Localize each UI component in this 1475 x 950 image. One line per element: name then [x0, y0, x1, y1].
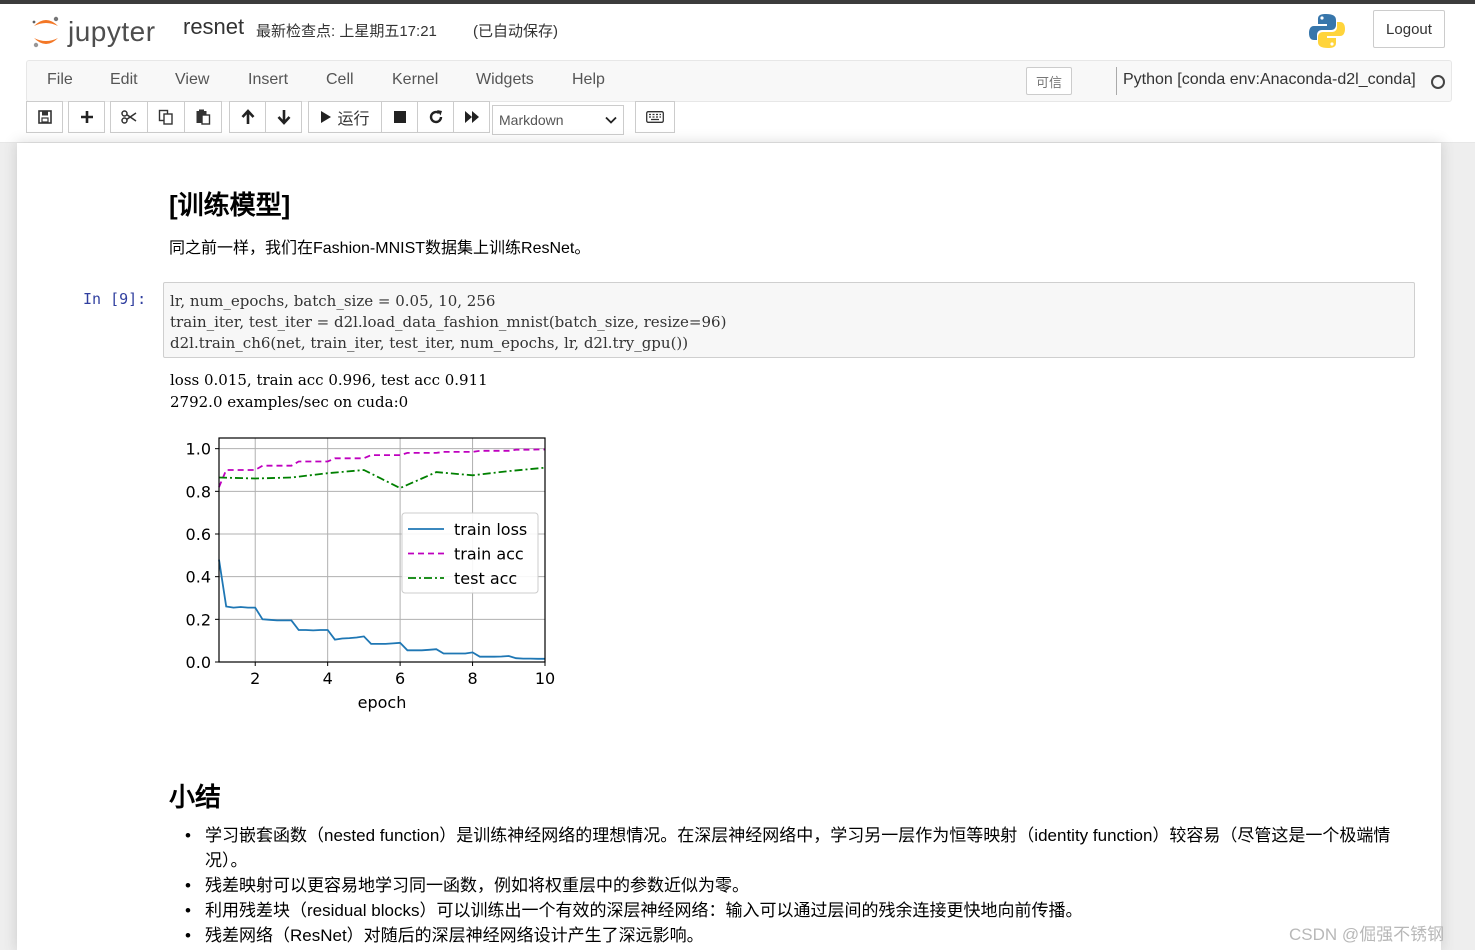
jupyter-logo[interactable]: jupyter	[30, 12, 156, 52]
menu-file[interactable]: File	[47, 71, 73, 89]
cell-type-select[interactable]: Markdown	[492, 105, 624, 135]
y-tick-label: 0.4	[186, 568, 211, 587]
save-button[interactable]	[26, 101, 63, 133]
stop-icon	[393, 111, 406, 123]
legend-label: test acc	[454, 569, 517, 588]
output-line-2: 2792.0 examples/sec on cuda:0	[170, 393, 409, 411]
run-button[interactable]: 运行	[308, 101, 382, 133]
autosave-status: (已自动保存)	[473, 23, 558, 40]
toolbar: 运行 Markdown	[26, 101, 726, 135]
watermark: CSDN @倔强不锈钢	[1289, 925, 1445, 944]
summary-item: 残差网络（ResNet）对随后的深层神经网络设计产生了深远影响。	[185, 923, 1425, 948]
code-line-3: d2l.train_ch6(net, train_iter, test_iter…	[170, 333, 1408, 354]
checkpoint-status: 最新检查点: 上星期五17:21	[256, 23, 437, 40]
menu-edit[interactable]: Edit	[110, 71, 138, 89]
train-heading: [训练模型]	[169, 190, 291, 220]
kernel-idle-indicator	[1431, 75, 1445, 89]
move-down-button[interactable]	[265, 101, 302, 133]
copy-icon	[158, 109, 173, 125]
menu-widgets[interactable]: Widgets	[476, 71, 534, 89]
code-line-1: lr, num_epochs, batch_size = 0.05, 10, 2…	[170, 291, 1408, 312]
restart-button[interactable]	[417, 101, 454, 133]
menu-kernel[interactable]: Kernel	[392, 71, 438, 89]
arrow-up-icon	[241, 109, 254, 124]
logout-button[interactable]: Logout	[1373, 10, 1445, 48]
code-line-2-text: train_iter, test_iter = d2l.load_data_fa…	[170, 313, 727, 331]
train-paragraph: 同之前一样，我们在Fashion-MNIST数据集上训练ResNet。	[169, 240, 591, 257]
logo-text: jupyter	[68, 16, 156, 47]
notebook-container: [训练模型] 同之前一样，我们在Fashion-MNIST数据集上训练ResNe…	[17, 143, 1441, 950]
output-line-1: loss 0.015, train acc 0.996, test acc 0.…	[170, 371, 488, 389]
arrow-down-icon	[277, 110, 290, 125]
copy-button[interactable]	[147, 101, 185, 133]
notebook-name[interactable]: resnet	[183, 14, 244, 40]
summary-list: 学习嵌套函数（nested function）是训练神经网络的理想情况。在深层神…	[185, 823, 1425, 948]
restart-icon	[429, 110, 442, 124]
training-chart: 2 4 6 8 10 0.0 0.2 0.4 0.6 0.8 1.0 epoch train loss t…	[186, 437, 555, 712]
x-tick-label: 4	[323, 669, 333, 688]
paste-button[interactable]	[184, 101, 222, 133]
menu-insert[interactable]: Insert	[248, 71, 288, 89]
fast-forward-icon	[464, 111, 479, 123]
menu-help[interactable]: Help	[572, 71, 605, 89]
summary-item: 残差映射可以更容易地学习同一函数，例如将权重层中的参数近似为零。	[185, 873, 1425, 898]
run-label: 运行	[337, 111, 370, 128]
code-line-1-text: lr, num_epochs, batch_size = 0.05, 10, 2…	[170, 292, 496, 310]
x-axis-label: epoch	[358, 693, 407, 712]
menu-cell[interactable]: Cell	[326, 71, 354, 89]
trusted-indicator[interactable]: 可信	[1026, 67, 1072, 95]
play-icon	[321, 111, 332, 123]
command-palette-button[interactable]	[635, 101, 675, 133]
summary-item: 学习嵌套函数（nested function）是训练神经网络的理想情况。在深层神…	[185, 823, 1425, 873]
plus-icon	[80, 111, 93, 123]
insert-cell-button[interactable]	[68, 101, 105, 133]
x-tick-label: 8	[467, 669, 477, 688]
code-cell-input[interactable]: lr, num_epochs, batch_size = 0.05, 10, 2…	[163, 282, 1415, 358]
python-logo-icon	[1308, 12, 1346, 55]
paste-icon	[196, 109, 211, 125]
code-line-3-text: d2l.train_ch6(net, train_iter, test_iter…	[170, 334, 689, 352]
y-tick-label: 0.8	[186, 482, 211, 501]
y-tick-label: 1.0	[186, 440, 211, 459]
cut-button[interactable]	[110, 101, 148, 133]
scissors-icon	[121, 110, 137, 124]
x-tick-label: 10	[535, 669, 555, 688]
kernel-separator	[1116, 67, 1117, 95]
chevron-down-icon	[605, 116, 617, 124]
cell-type-value: Markdown	[499, 112, 564, 128]
move-up-button[interactable]	[229, 101, 266, 133]
jupyter-orbit-icon	[32, 16, 59, 48]
summary-heading: 小结	[169, 782, 222, 812]
keyboard-icon	[646, 111, 664, 123]
legend-label: train loss	[454, 520, 527, 539]
y-tick-label: 0.6	[186, 525, 211, 544]
legend-label: train acc	[454, 545, 524, 564]
interrupt-button[interactable]	[381, 101, 418, 133]
save-icon	[37, 110, 52, 124]
restart-run-all-button[interactable]	[453, 101, 490, 133]
y-tick-label: 0.2	[186, 610, 211, 629]
y-tick-label: 0.0	[186, 653, 211, 672]
cell-prompt: In [9]:	[83, 290, 147, 308]
code-line-2: train_iter, test_iter = d2l.load_data_fa…	[170, 312, 1408, 333]
x-tick-label: 2	[250, 669, 260, 688]
kernel-name[interactable]: Python [conda env:Anaconda-d2l_conda]	[1123, 71, 1416, 89]
menubar: File Edit View Insert Cell Kernel Widget…	[26, 60, 1452, 102]
x-tick-label: 6	[395, 669, 405, 688]
summary-item: 利用残差块（residual blocks）可以训练出一个有效的深层神经网络：输…	[185, 898, 1425, 923]
menu-view[interactable]: View	[175, 71, 209, 89]
